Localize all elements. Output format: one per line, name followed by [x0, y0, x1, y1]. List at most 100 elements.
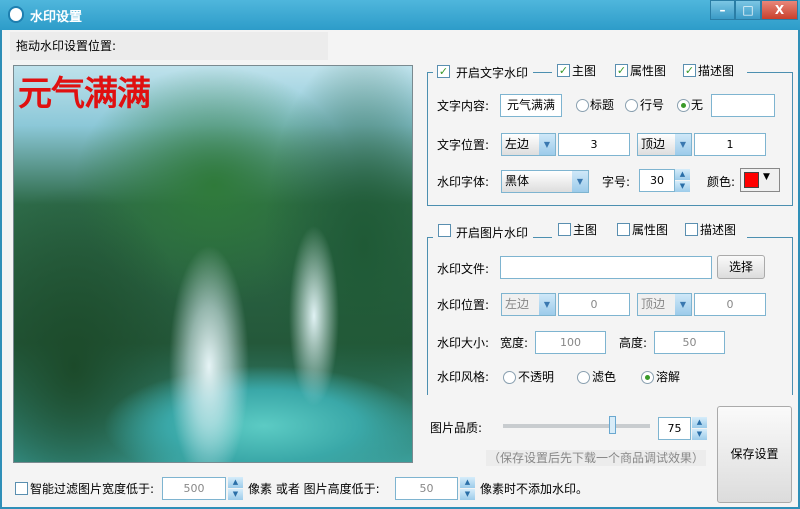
text-target-attr-label: 属性图	[630, 64, 667, 78]
radio-none[interactable]	[677, 99, 690, 112]
quality-slider-track[interactable]	[503, 424, 650, 428]
chevron-down-icon: ▼	[763, 172, 770, 182]
radio-opaque[interactable]	[503, 371, 516, 384]
image-v-align-select[interactable]: 顶边 ▼	[637, 293, 692, 316]
radio-opaque-label: 不透明	[518, 370, 555, 384]
minimize-button[interactable]: –	[710, 0, 735, 20]
image-width-input[interactable]: 100	[535, 331, 606, 354]
text-target-desc-checkbox[interactable]: ✓	[683, 64, 696, 77]
watermark-text-draggable[interactable]: 元气满满	[18, 66, 151, 115]
image-target-attr-checkbox[interactable]	[617, 223, 630, 236]
file-input[interactable]	[500, 256, 712, 279]
close-button[interactable]: X	[761, 0, 798, 20]
text-target-desc-label: 描述图	[698, 64, 735, 78]
radio-none-label: 无	[691, 98, 704, 112]
size-label: 字号:	[602, 175, 631, 189]
maximize-button[interactable]: □	[735, 0, 761, 20]
font-label: 水印字体:	[437, 175, 490, 189]
choose-file-button[interactable]: 选择	[717, 255, 765, 279]
color-picker[interactable]: ▼	[740, 168, 780, 192]
radio-dissolve-label: 溶解	[656, 370, 681, 384]
enable-text-watermark-label: 开启文字水印	[456, 66, 529, 80]
save-settings-button[interactable]: 保存设置	[717, 406, 792, 503]
image-target-desc-label: 描述图	[700, 223, 737, 237]
image-target-main-label: 主图	[573, 223, 598, 237]
image-height-input[interactable]: 50	[654, 331, 725, 354]
content-input[interactable]: 元气满满	[500, 94, 562, 117]
content-label: 文字内容:	[437, 99, 490, 113]
enable-image-watermark-checkbox[interactable]	[438, 224, 451, 237]
text-v-align-select[interactable]: 顶边 ▼	[637, 133, 692, 156]
preview-image[interactable]	[13, 65, 413, 463]
select-value: 黑体	[505, 174, 530, 188]
radio-title[interactable]	[576, 99, 589, 112]
text-target-main-checkbox[interactable]: ✓	[557, 64, 570, 77]
quality-input[interactable]: 75	[658, 417, 691, 440]
window-title: 水印设置	[30, 10, 83, 25]
enable-image-watermark-label: 开启图片水印	[456, 226, 529, 240]
enable-text-watermark-checkbox[interactable]: ✓	[437, 65, 450, 78]
quality-label: 图片品质:	[430, 421, 483, 435]
height-label: 高度:	[619, 336, 648, 350]
font-size-spinner[interactable]: ▲ ▼	[675, 169, 690, 192]
select-value: 左边	[505, 297, 530, 311]
radio-screen-label: 滤色	[592, 370, 617, 384]
min-width-input[interactable]: 500	[162, 477, 226, 500]
file-label: 水印文件:	[437, 262, 490, 276]
image-h-offset-input[interactable]: 0	[558, 293, 630, 316]
spin-down-icon[interactable]: ▼	[675, 181, 690, 192]
select-value: 左边	[505, 137, 530, 151]
select-value: 顶边	[641, 297, 666, 311]
font-size-input[interactable]: 30	[639, 169, 675, 192]
text-v-offset-input[interactable]: 1	[694, 133, 766, 156]
image-target-attr-label: 属性图	[632, 223, 669, 237]
spin-up-icon[interactable]: ▲	[460, 477, 475, 488]
app-icon	[8, 6, 24, 23]
spin-up-icon[interactable]: ▲	[692, 417, 707, 428]
text-h-align-select[interactable]: 左边 ▼	[501, 133, 556, 156]
chevron-down-icon: ▼	[675, 294, 691, 315]
min-height-spinner[interactable]: ▲ ▼	[460, 477, 475, 500]
spin-down-icon[interactable]: ▼	[228, 489, 243, 500]
select-value: 顶边	[641, 137, 666, 151]
chevron-down-icon: ▼	[675, 134, 691, 155]
text-h-offset-input[interactable]: 3	[558, 133, 630, 156]
min-width-spinner[interactable]: ▲ ▼	[228, 477, 243, 500]
quality-spinner[interactable]: ▲ ▼	[692, 417, 707, 440]
min-height-input[interactable]: 50	[395, 477, 458, 500]
title-bar[interactable]	[0, 0, 800, 30]
chevron-down-icon: ▼	[572, 171, 588, 192]
radio-dissolve[interactable]	[641, 371, 654, 384]
chevron-down-icon: ▼	[539, 294, 555, 315]
image-h-align-select[interactable]: 左边 ▼	[501, 293, 556, 316]
quality-slider-thumb[interactable]	[609, 416, 617, 434]
image-target-desc-checkbox[interactable]	[685, 223, 698, 236]
text-target-main-label: 主图	[572, 64, 597, 78]
radio-lineno-label: 行号	[640, 98, 665, 112]
spin-up-icon[interactable]: ▲	[228, 477, 243, 488]
smart-filter-checkbox[interactable]	[15, 482, 28, 495]
spin-up-icon[interactable]: ▲	[675, 169, 690, 180]
radio-lineno[interactable]	[625, 99, 638, 112]
spin-down-icon[interactable]: ▼	[460, 489, 475, 500]
image-size-label: 水印大小:	[437, 336, 490, 350]
preview-label: 拖动水印设置位置:	[16, 39, 117, 53]
image-v-offset-input[interactable]: 0	[694, 293, 766, 316]
quality-hint: （保存设置后先下载一个商品调试效果）	[486, 450, 707, 466]
image-position-label: 水印位置:	[437, 298, 490, 312]
color-label: 颜色:	[707, 175, 736, 189]
width-label: 宽度:	[500, 336, 529, 350]
text-position-label: 文字位置:	[437, 138, 490, 152]
color-swatch	[744, 172, 759, 188]
filter-end-text: 像素时不添加水印。	[480, 482, 589, 496]
text-target-attr-checkbox[interactable]: ✓	[615, 64, 628, 77]
extra-text-input[interactable]	[711, 94, 775, 117]
radio-screen[interactable]	[577, 371, 590, 384]
style-label: 水印风格:	[437, 370, 490, 384]
font-select[interactable]: 黑体 ▼	[501, 170, 589, 193]
radio-title-label: 标题	[590, 98, 615, 112]
image-target-main-checkbox[interactable]	[558, 223, 571, 236]
filter-mid-text: 像素 或者 图片高度低于:	[248, 482, 380, 496]
spin-down-icon[interactable]: ▼	[692, 429, 707, 440]
chevron-down-icon: ▼	[539, 134, 555, 155]
